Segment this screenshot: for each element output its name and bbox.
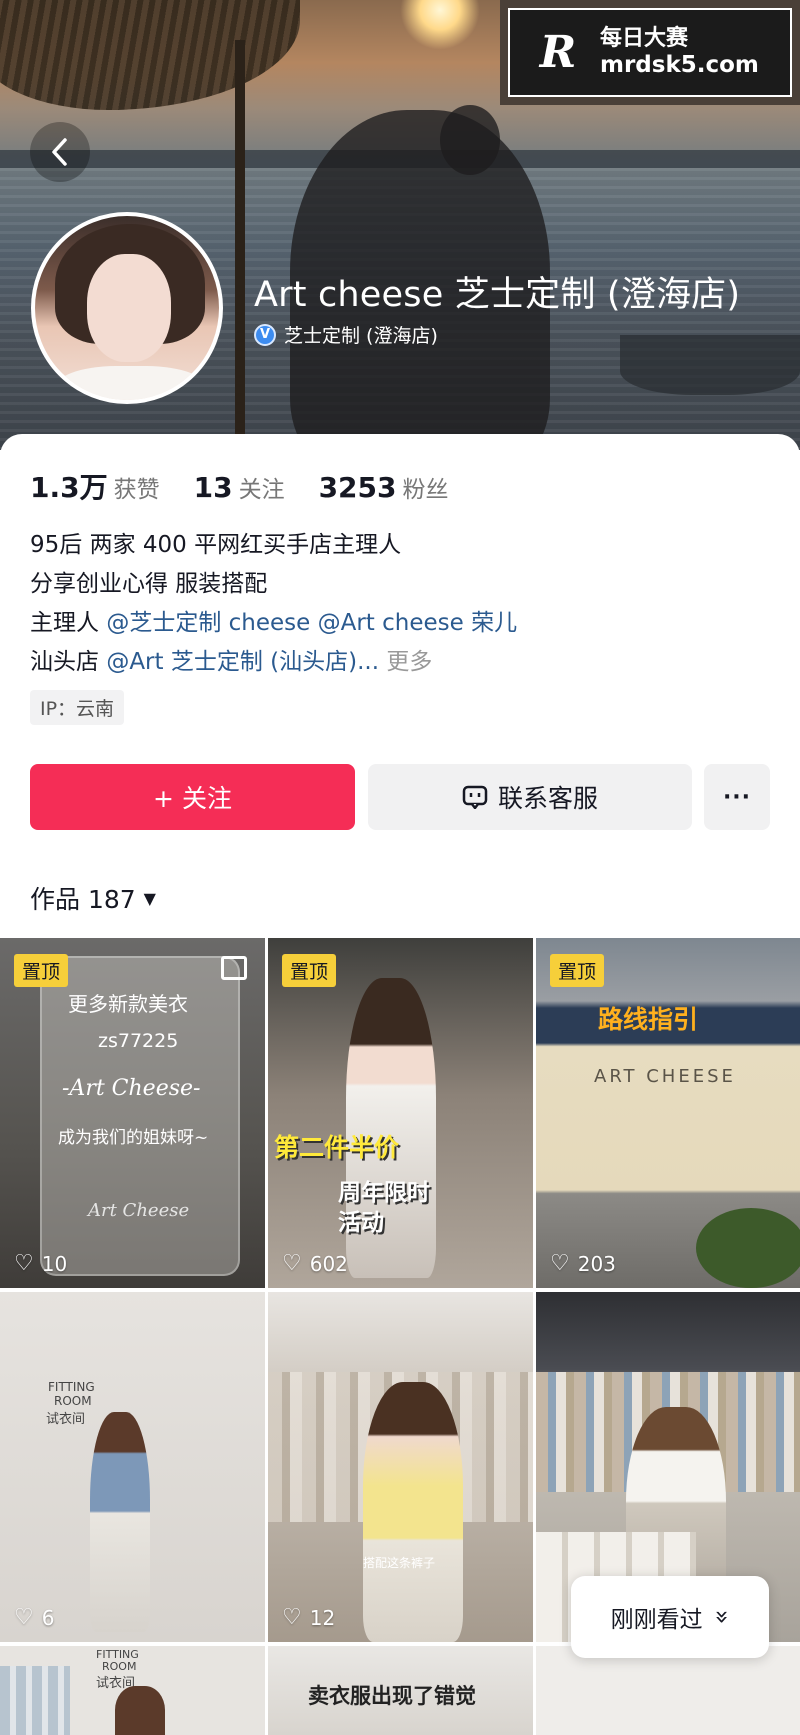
recently-viewed-button[interactable]: 刚刚看过 »	[571, 1576, 769, 1658]
video-tile[interactable]: 搭配这条裤子 ♡ 12	[268, 1292, 533, 1642]
like-count: ♡ 203	[550, 1251, 616, 1276]
video-tile[interactable]: 第二件半价 周年限时 活动 置顶 ♡ 602	[268, 938, 533, 1288]
sun	[400, 0, 480, 50]
pole	[235, 40, 245, 450]
video-tile[interactable]: FITTING ROOM 试衣间 ♡ 6	[0, 1292, 265, 1642]
stat-likes: 1.3万 获赞	[30, 471, 160, 504]
mention-link[interactable]: @Art 芝士定制 (汕头店)...	[106, 649, 379, 675]
heart-icon: ♡	[14, 1251, 34, 1276]
stats-row: 1.3万 获赞 13 关注 3253 粉丝	[30, 466, 449, 506]
double-chevron-down-icon: »	[708, 1609, 736, 1625]
heart-icon: ♡	[282, 1251, 302, 1276]
video-tile[interactable]	[536, 1646, 800, 1735]
pinned-badge: 置顶	[14, 954, 69, 987]
hair-bun	[440, 105, 500, 175]
verified-label: 芝士定制 (澄海店)	[284, 325, 438, 347]
video-tile[interactable]: 卖衣服出现了错觉	[268, 1646, 533, 1735]
stat-followers[interactable]: 3253 粉丝	[319, 470, 449, 504]
recently-viewed-label: 刚刚看过	[610, 1607, 703, 1633]
watermark-url: mrdsk5.com	[600, 51, 759, 78]
bio: 95后 两家 400 平网红买手店主理人 分享创业心得 服装搭配 主理人 @芝士…	[30, 526, 517, 682]
like-count: ♡ 6	[14, 1605, 55, 1630]
heart-icon: ♡	[550, 1251, 570, 1276]
bio-line: 主理人 @芝士定制 cheese @Art cheese 荣儿	[30, 610, 518, 636]
profile-screen: Art cheese 芝士定制 (澄海店) V 芝士定制 (澄海店) R 每日大…	[0, 0, 800, 1735]
like-count: ♡ 602	[282, 1251, 348, 1276]
like-count: ♡ 12	[282, 1605, 336, 1630]
watermark-title: 每日大赛	[600, 25, 689, 51]
follow-button[interactable]: + 关注	[30, 764, 355, 830]
bio-more-link[interactable]: 更多	[379, 649, 432, 675]
works-label: 作品 187	[30, 885, 136, 914]
bio-line: 95后 两家 400 平网红买手店主理人	[30, 532, 402, 558]
watermark-logo: R	[539, 27, 577, 78]
pinned-badge: 置顶	[282, 954, 337, 987]
contact-service-button[interactable]: 联系客服	[368, 764, 692, 830]
stat-following[interactable]: 13 关注	[194, 470, 285, 504]
like-count: ♡ 10	[14, 1251, 68, 1276]
profile-banner: Art cheese 芝士定制 (澄海店) V 芝士定制 (澄海店) R 每日大…	[0, 0, 800, 450]
message-icon	[462, 785, 488, 809]
pinned-badge: 置顶	[550, 954, 605, 987]
contact-label: 联系客服	[497, 784, 598, 813]
caret-down-icon: ▼	[143, 888, 156, 908]
boat	[620, 335, 800, 395]
verified-row[interactable]: V 芝士定制 (澄海店)	[254, 321, 438, 348]
back-button[interactable]	[30, 122, 90, 182]
mention-link[interactable]: @芝士定制 cheese	[106, 610, 310, 636]
verified-icon: V	[254, 323, 276, 346]
more-options-button[interactable]: ···	[704, 764, 770, 830]
watermark: R 每日大赛 mrdsk5.com	[500, 0, 800, 105]
thatch-roof	[0, 0, 300, 110]
video-tile[interactable]: FITTING ROOM 试衣间	[0, 1646, 265, 1735]
bio-line: 分享创业心得 服装搭配	[30, 571, 268, 597]
mention-link[interactable]: @Art cheese 荣儿	[318, 610, 518, 636]
video-tile[interactable]: 路线指引 ART CHEESE 置顶 ♡ 203	[536, 938, 800, 1288]
heart-icon: ♡	[14, 1605, 34, 1630]
heart-icon: ♡	[282, 1605, 302, 1630]
multi-image-icon	[221, 956, 247, 980]
profile-name: Art cheese 芝士定制 (澄海店)	[254, 275, 741, 315]
bio-line: 汕头店 @Art 芝士定制 (汕头店)... 更多	[30, 649, 433, 675]
works-tab[interactable]: 作品 187 ▼	[30, 880, 156, 916]
video-tile[interactable]: 更多新款美衣 zs77225 -Art Cheese- 成为我们的姐妹呀~ Ar…	[0, 938, 265, 1288]
avatar[interactable]	[31, 212, 223, 404]
ip-location-tag: IP：云南	[30, 690, 125, 725]
chevron-left-icon	[52, 138, 67, 166]
